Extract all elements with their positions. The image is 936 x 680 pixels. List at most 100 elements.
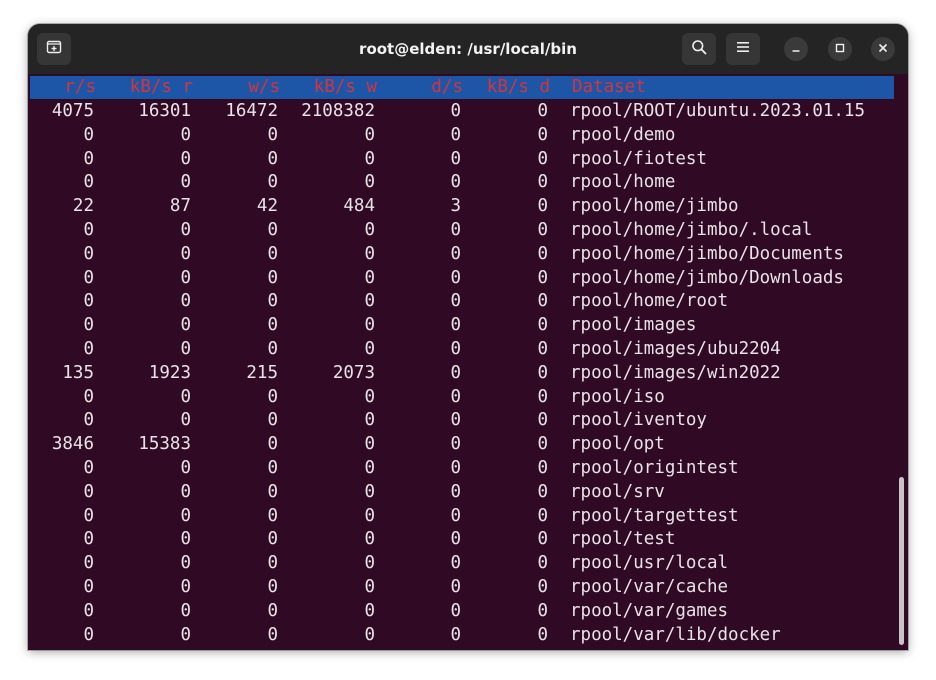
- terminal-output[interactable]: r/s kB/s r w/s kB/s w d/s kB/s d Dataset…: [28, 74, 908, 650]
- cell-rs: 0: [83, 315, 94, 336]
- cell-kbs-r: 1923: [148, 362, 191, 383]
- cell-kbs-d: 0: [537, 553, 548, 574]
- cell-ds: 0: [450, 577, 461, 597]
- cell-ds: 0: [450, 243, 461, 264]
- cell-kbs-d: 0: [537, 458, 548, 478]
- cell-dataset: rpool/origintest: [570, 458, 739, 478]
- cell-dataset: rpool/images/ubu2204: [570, 339, 781, 359]
- cell-ws: 0: [267, 624, 278, 645]
- cell-kbs-d: 0: [537, 243, 548, 264]
- cell-kbs-d: 0: [537, 172, 548, 193]
- cell-kbs-w: 0: [364, 339, 375, 359]
- terminal-window: root@elden: /usr/local/bin r/s kB/s r w/…: [28, 24, 908, 650]
- search-button[interactable]: [682, 33, 716, 65]
- cell-rs: 0: [83, 291, 94, 312]
- table-row: 0 0 0 0 0 0 rpool/home/jimbo/Documents: [28, 243, 898, 267]
- cell-ds: 0: [450, 267, 461, 288]
- title-bar[interactable]: root@elden: /usr/local/bin: [28, 24, 908, 74]
- cell-ds: 0: [450, 172, 461, 193]
- cell-ds: 0: [450, 220, 461, 240]
- cell-kbs-r: 0: [180, 481, 191, 502]
- cell-kbs-r: 16301: [138, 101, 191, 121]
- table-row: 0 0 0 0 0 0 rpool/home/jimbo/Downloads: [28, 267, 898, 291]
- cell-ws: 0: [267, 267, 278, 288]
- table-row: 0 0 0 0 0 0 rpool/demo: [28, 124, 898, 148]
- cell-ws: 0: [267, 124, 278, 145]
- scrollbar[interactable]: [899, 477, 904, 645]
- cell-ds: 0: [450, 315, 461, 336]
- table-header-row: r/s kB/s r w/s kB/s w d/s kB/s d Dataset: [30, 76, 894, 99]
- new-tab-button[interactable]: [37, 33, 71, 65]
- cell-ws: 0: [267, 291, 278, 312]
- cell-kbs-w: 0: [364, 434, 375, 455]
- cell-ws: 0: [267, 243, 278, 264]
- cell-kbs-r: 0: [180, 315, 191, 336]
- cell-kbs-r: 0: [180, 243, 191, 264]
- cell-kbs-d: 0: [537, 434, 548, 455]
- cell-rs: 0: [83, 600, 94, 621]
- table-row: 0 0 0 0 0 0 rpool/iventoy: [28, 409, 898, 433]
- cell-ds: 0: [450, 148, 461, 169]
- table-row: 0 0 0 0 0 0 rpool/targettest: [28, 505, 898, 529]
- cell-ws: 215: [246, 362, 278, 383]
- header-dataset: Dataset: [572, 77, 646, 97]
- cell-ds: 0: [450, 553, 461, 574]
- minimize-icon: [791, 40, 801, 58]
- cell-dataset: rpool/home: [570, 172, 676, 193]
- cell-kbs-w: 0: [364, 291, 375, 312]
- cell-rs: 0: [83, 243, 94, 264]
- cell-kbs-w: 2108382: [301, 101, 375, 121]
- cell-kbs-r: 0: [180, 339, 191, 359]
- cell-dataset: rpool/home/root: [570, 291, 729, 312]
- close-button[interactable]: [871, 37, 895, 61]
- cell-kbs-d: 0: [537, 362, 548, 383]
- table-row: 135 1923 215 2073 0 0 rpool/images/win2022: [28, 362, 898, 386]
- cell-kbs-w: 0: [364, 148, 375, 169]
- cell-ds: 0: [450, 362, 461, 383]
- cell-ws: 0: [267, 386, 278, 407]
- search-icon: [691, 39, 707, 60]
- cell-ds: 0: [450, 124, 461, 145]
- cell-rs: 0: [83, 386, 94, 407]
- cell-rs: 0: [83, 339, 94, 359]
- cell-kbs-d: 0: [537, 267, 548, 288]
- maximize-button[interactable]: [828, 37, 852, 61]
- cell-kbs-d: 0: [537, 148, 548, 169]
- cell-ds: 0: [450, 458, 461, 478]
- cell-ds: 0: [450, 339, 461, 359]
- table-row: 0 0 0 0 0 0 rpool/home/jimbo/.local: [28, 219, 898, 243]
- cell-dataset: rpool/demo: [570, 124, 676, 145]
- cell-kbs-w: 2073: [332, 362, 375, 383]
- cell-ws: 0: [267, 458, 278, 478]
- cell-rs: 0: [83, 553, 94, 574]
- cell-kbs-r: 0: [180, 291, 191, 312]
- cell-kbs-w: 0: [364, 124, 375, 145]
- cell-kbs-d: 0: [537, 577, 548, 597]
- table-row: 0 0 0 0 0 0 rpool/var/cache: [28, 576, 898, 600]
- cell-rs: 0: [83, 458, 94, 478]
- cell-kbs-d: 0: [537, 624, 548, 645]
- cell-kbs-w: 0: [364, 529, 375, 550]
- table-row: 0 0 0 0 0 0 rpool/home/root: [28, 290, 898, 314]
- cell-ds: 0: [450, 434, 461, 455]
- cell-kbs-r: 87: [169, 196, 191, 217]
- cell-kbs-r: 0: [180, 577, 191, 597]
- table-row: 4075 16301 16472 2108382 0 0 rpool/ROOT/ubuntu…: [28, 100, 898, 124]
- header-ds: d/s: [431, 77, 463, 97]
- cell-ws: 0: [267, 172, 278, 193]
- cell-kbs-d: 0: [537, 505, 548, 526]
- close-icon: [878, 40, 888, 58]
- minimize-button[interactable]: [784, 37, 808, 61]
- cell-dataset: rpool/images/win2022: [570, 362, 781, 383]
- table-row: 0 0 0 0 0 0 rpool/srv: [28, 481, 898, 505]
- cell-ds: 0: [450, 624, 461, 645]
- menu-button[interactable]: [726, 33, 760, 65]
- cell-kbs-r: 15383: [138, 434, 191, 455]
- table-row: 0 0 0 0 0 0 rpool/home: [28, 171, 898, 195]
- cell-kbs-d: 0: [537, 196, 548, 217]
- cell-kbs-r: 0: [180, 458, 191, 478]
- cell-ds: 0: [450, 529, 461, 550]
- cell-rs: 3846: [51, 434, 94, 455]
- cell-kbs-w: 0: [364, 458, 375, 478]
- cell-kbs-d: 0: [537, 529, 548, 550]
